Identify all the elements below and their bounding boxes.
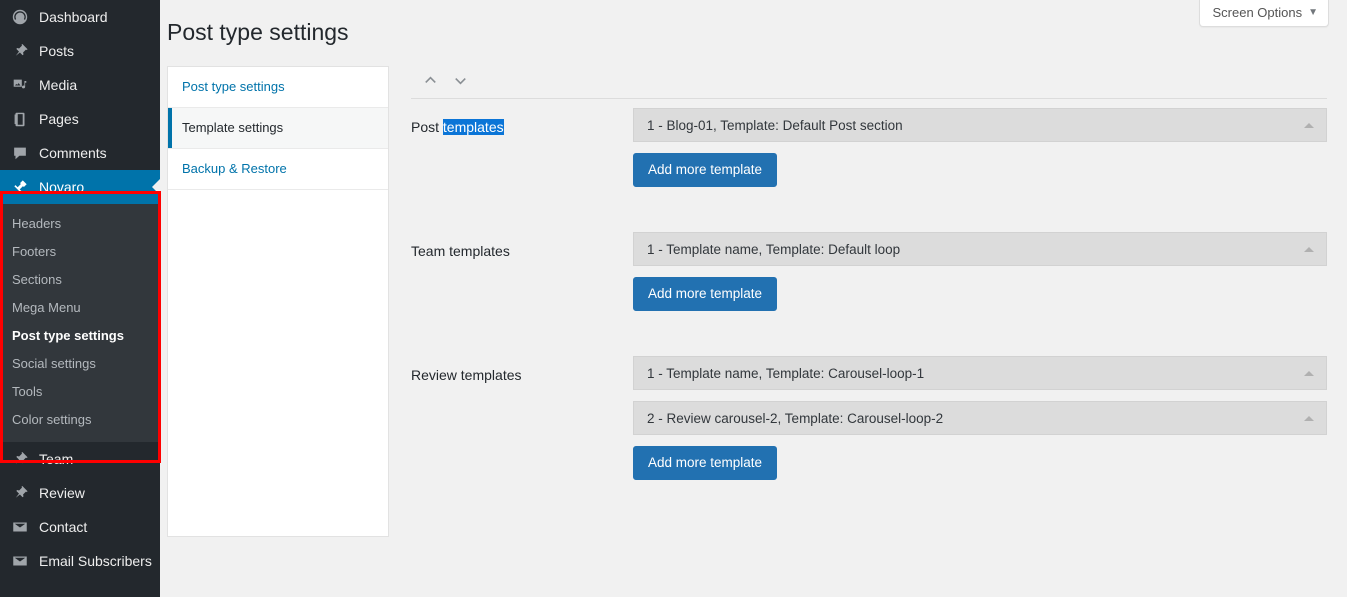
tab-backup-restore[interactable]: Backup & Restore [168,149,388,190]
template-row[interactable]: 1 - Blog-01, Template: Default Post sect… [633,108,1327,142]
group-post-templates: Post templates 1 - Blog-01, Template: De… [411,99,1327,187]
main-content: Screen Options ▼ Post type settings Post… [160,0,1347,597]
group-body-team-templates: 1 - Template name, Template: Default loo… [633,232,1327,311]
settings-tab-panel: Post type settings Template settings Bac… [167,66,389,537]
sidebar-item-label: Comments [39,145,107,161]
add-more-template-button[interactable]: Add more template [633,153,778,187]
submenu-item-color-settings[interactable]: Color settings [0,406,160,434]
submenu-item-headers[interactable]: Headers [0,210,160,238]
pin-icon [10,483,30,503]
sidebar-item-label: Novaro [39,179,85,195]
sidebar-item-posts[interactable]: Posts [0,34,160,68]
media-icon [10,75,30,95]
template-row-label: 1 - Blog-01, Template: Default Post sect… [647,117,903,133]
submenu-item-sections[interactable]: Sections [0,266,160,294]
template-row[interactable]: 1 - Template name, Template: Carousel-lo… [633,356,1327,390]
sidebar-item-label: Review [39,485,85,501]
envelope-icon [10,551,30,571]
submenu-item-tools[interactable]: Tools [0,378,160,406]
dashboard-icon [10,7,30,27]
group-label-text: Post [411,119,443,135]
chevron-down-icon: ▼ [1308,7,1318,18]
tab-post-type-settings[interactable]: Post type settings [168,67,388,108]
group-body-review-templates: 1 - Template name, Template: Carousel-lo… [633,356,1327,480]
chevron-down-icon[interactable] [451,71,470,90]
template-settings-content: Post templates 1 - Blog-01, Template: De… [389,66,1347,537]
screen-options-button[interactable]: Screen Options ▼ [1199,0,1329,27]
tab-template-settings[interactable]: Template settings [168,108,388,149]
screen-options-label: Screen Options [1212,5,1303,20]
novaro-submenu: Headers Footers Sections Mega Menu Post … [0,204,160,442]
sidebar-item-label: Pages [39,111,79,127]
template-row-label: 2 - Review carousel-2, Template: Carouse… [647,410,944,426]
collapse-triangle-icon[interactable] [1304,122,1314,128]
add-more-template-button[interactable]: Add more template [633,277,778,311]
envelope-icon [10,517,30,537]
submenu-item-footers[interactable]: Footers [0,238,160,266]
selected-text-highlight: templates [442,119,504,135]
sidebar-item-review[interactable]: Review [0,476,160,510]
pin-icon [10,449,30,469]
template-row-label: 1 - Template name, Template: Default loo… [647,241,901,257]
sidebar-item-label: Dashboard [39,9,108,25]
admin-sidebar: Dashboard Posts Media Pages Comments Nov… [0,0,161,597]
comments-icon [10,143,30,163]
group-label-review-templates: Review templates [411,367,522,383]
add-more-template-button[interactable]: Add more template [633,446,778,480]
current-arrow-icon [152,179,160,195]
collapse-triangle-icon[interactable] [1304,246,1314,252]
sidebar-item-comments[interactable]: Comments [0,136,160,170]
group-label-team-templates: Team templates [411,243,510,259]
sidebar-item-team[interactable]: Team [0,442,160,476]
sidebar-item-label: Team [39,451,74,467]
group-team-templates: Team templates 1 - Template name, Templa… [411,223,1327,311]
template-row[interactable]: 2 - Review carousel-2, Template: Carouse… [633,401,1327,435]
submenu-item-social-settings[interactable]: Social settings [0,350,160,378]
submenu-item-post-type-settings[interactable]: Post type settings [0,322,160,350]
group-body-post-templates: 1 - Blog-01, Template: Default Post sect… [633,108,1327,187]
sidebar-item-label: Contact [39,519,88,535]
template-row[interactable]: 1 - Template name, Template: Default loo… [633,232,1327,266]
group-review-templates: Review templates 1 - Template name, Temp… [411,347,1327,480]
template-row-label: 1 - Template name, Template: Carousel-lo… [647,365,925,381]
sort-controls [411,66,1327,94]
submenu-item-mega-menu[interactable]: Mega Menu [0,294,160,322]
sidebar-item-dashboard[interactable]: Dashboard [0,0,160,34]
sidebar-item-label: Posts [39,43,75,59]
collapse-triangle-icon[interactable] [1304,370,1314,376]
settings-body: Post type settings Template settings Bac… [160,66,1347,537]
sidebar-item-label: Email Subscribers [39,553,152,569]
collapse-triangle-icon[interactable] [1304,415,1314,421]
group-label-post-templates: Post templates [411,108,633,187]
page-title: Post type settings [167,19,349,45]
sidebar-item-contact[interactable]: Contact [0,510,160,544]
sidebar-item-label: Media [39,77,78,93]
sidebar-item-pages[interactable]: Pages [0,102,160,136]
chevron-up-icon[interactable] [421,71,440,90]
sidebar-item-novaro[interactable]: Novaro [0,170,160,204]
sidebar-item-email-subscribers[interactable]: Email Subscribers [0,544,160,578]
pages-icon [10,109,30,129]
hammer-icon [10,177,30,197]
pin-icon [10,41,30,61]
sidebar-item-media[interactable]: Media [0,68,160,102]
admin-screen: Dashboard Posts Media Pages Comments Nov… [0,0,1347,597]
